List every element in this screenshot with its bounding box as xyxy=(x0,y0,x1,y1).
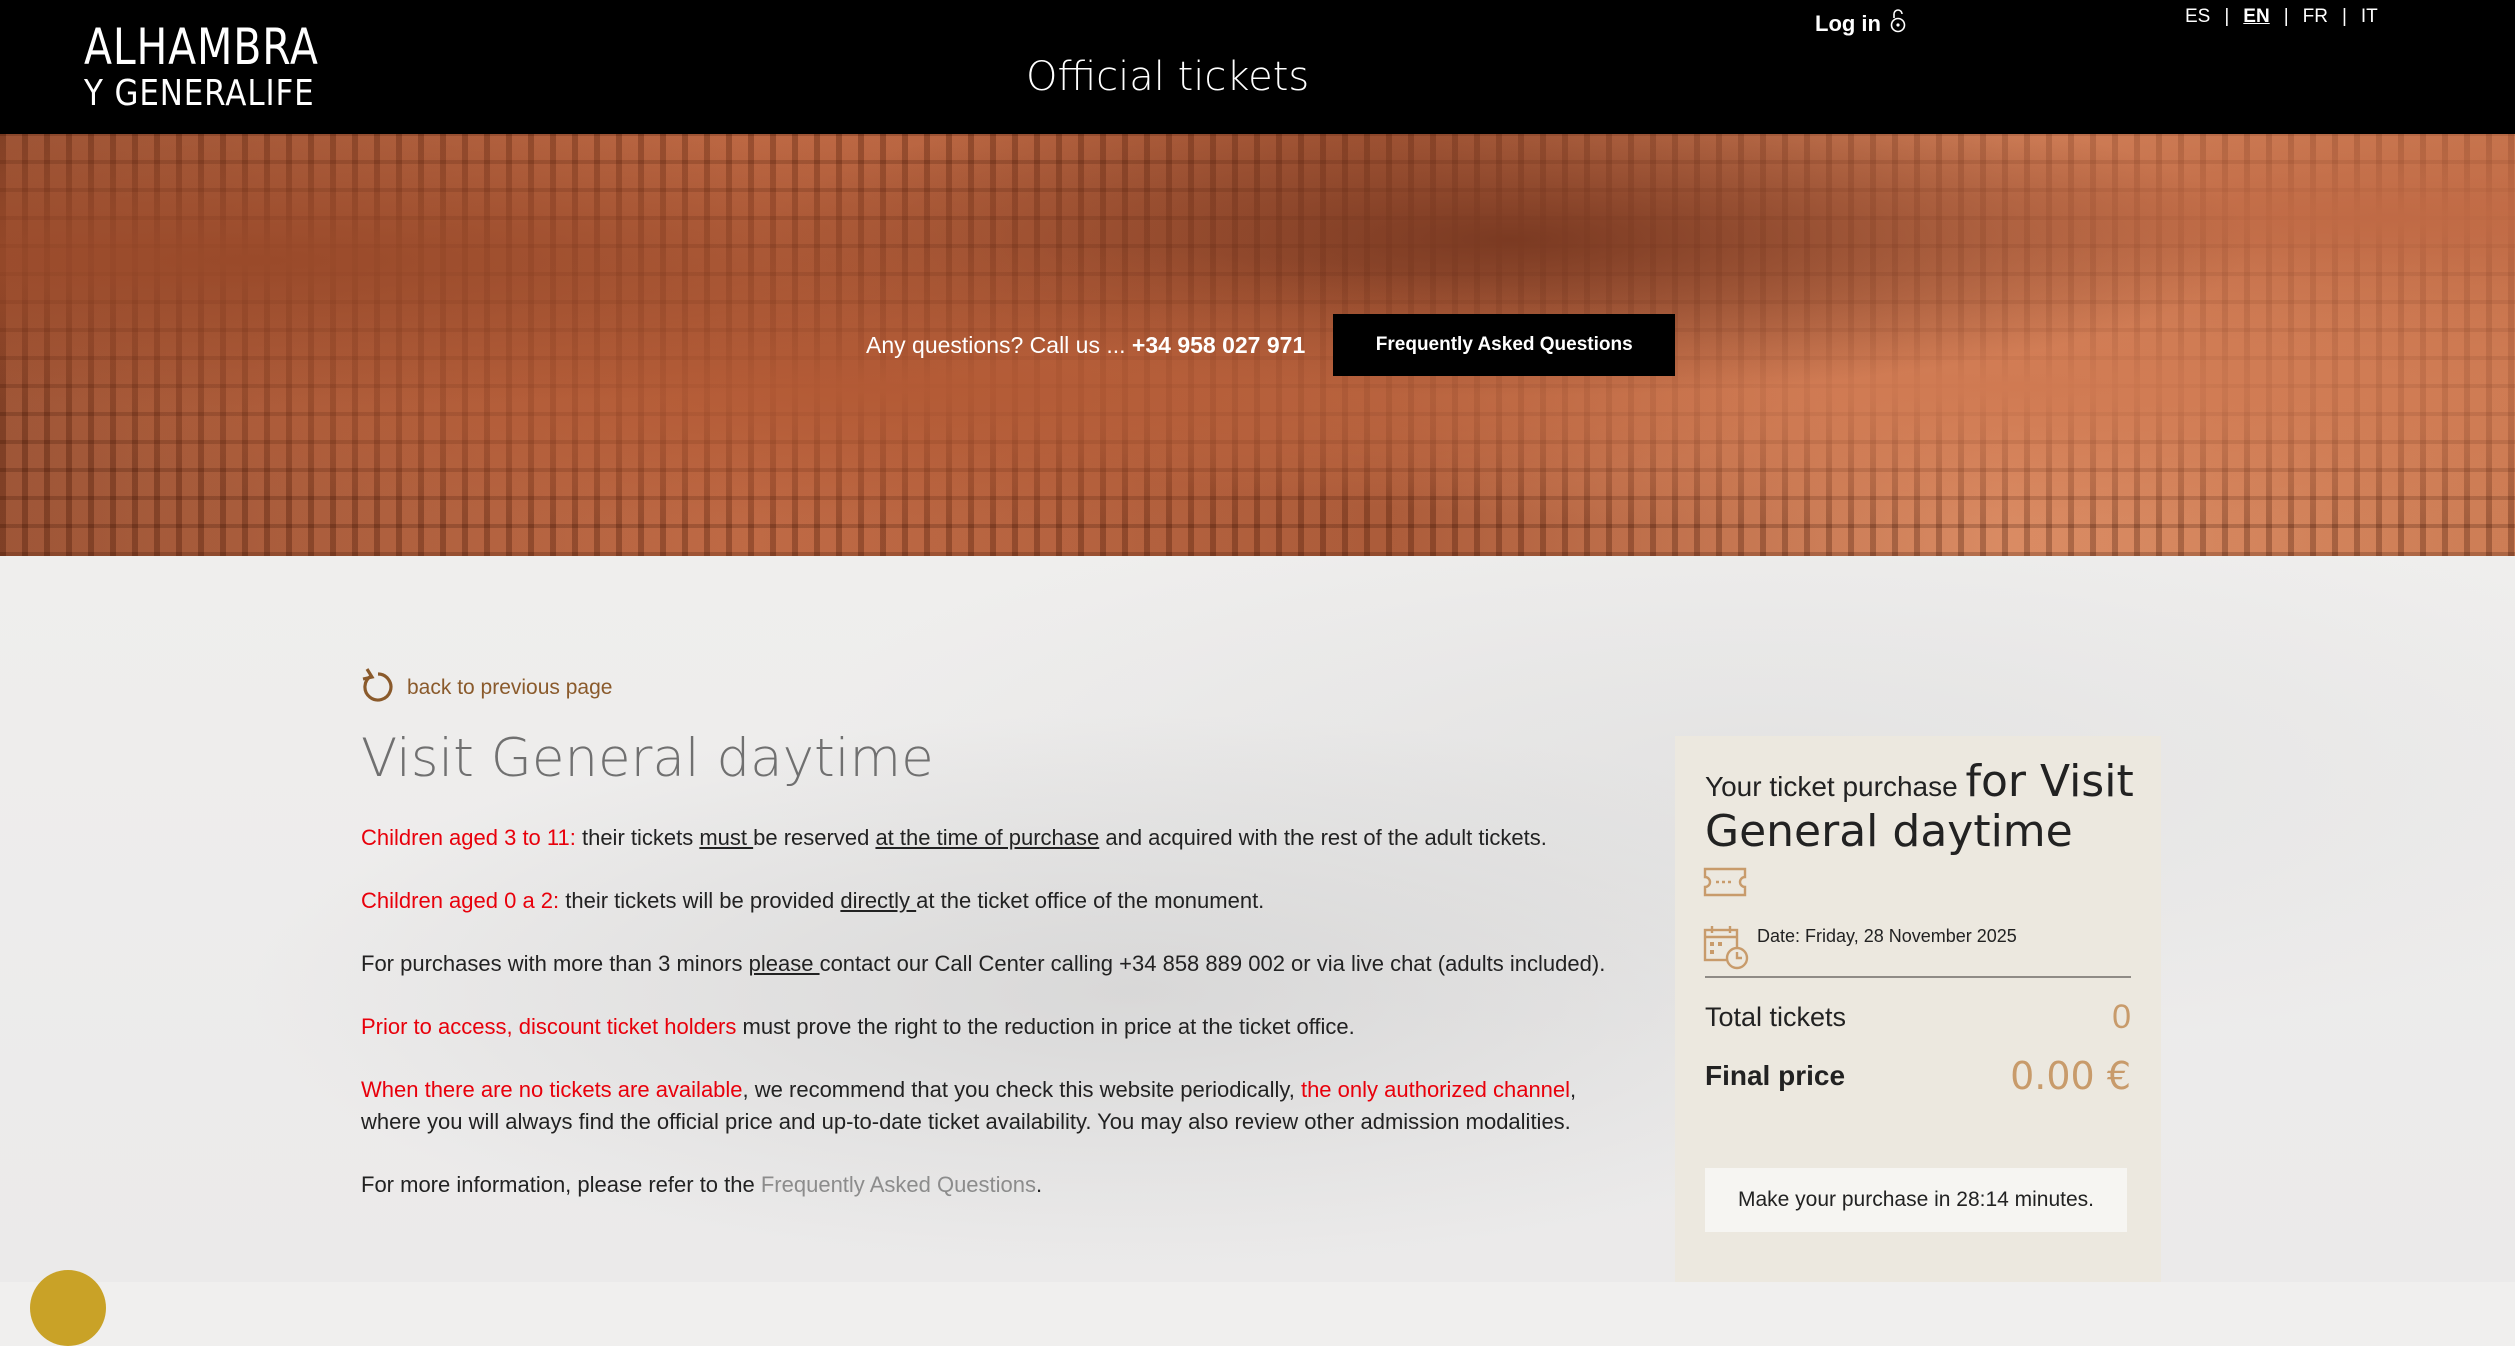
panel-heading: Your ticket purchase for Visit General d… xyxy=(1705,760,2145,862)
paragraph-minors: For purchases with more than 3 minors pl… xyxy=(361,948,1631,980)
red-label: Prior to access, discount ticket holders xyxy=(361,1014,737,1039)
hero-banner: Any questions? Call us ... +34 958 027 9… xyxy=(0,134,2515,556)
lang-es[interactable]: ES xyxy=(2185,6,2210,28)
phone-number[interactable]: +34 958 027 971 xyxy=(1132,332,1305,358)
text: at the ticket office of the monument. xyxy=(916,888,1265,913)
lang-separator: | xyxy=(2341,6,2347,27)
text: For purchases with more than 3 minors xyxy=(361,951,749,976)
ticket-icon xyxy=(1703,866,1747,903)
total-tickets-label: Total tickets xyxy=(1705,1002,1847,1032)
back-label: back to previous page xyxy=(407,676,613,699)
underlined-text: please xyxy=(748,951,820,976)
purchase-timer: Make your purchase in 28:14 minutes. xyxy=(1705,1168,2127,1232)
faq-button[interactable]: Frequently Asked Questions xyxy=(1333,314,1676,376)
final-price-label: Final price xyxy=(1705,1060,1846,1091)
lang-en[interactable]: EN xyxy=(2243,6,2269,28)
red-label: When there are no tickets are available xyxy=(361,1077,743,1102)
alhambra-logo[interactable]: ALHAMBRA Y GENERALIFE xyxy=(84,22,370,112)
login-label: Log in xyxy=(1815,11,1881,36)
text: and acquired with the rest of the adult … xyxy=(1099,825,1547,850)
total-tickets-value: 0 xyxy=(2112,998,2131,1036)
login-link[interactable]: Log in xyxy=(1815,8,1907,40)
text: be reserved xyxy=(753,825,876,850)
paragraph-discount: Prior to access, discount ticket holders… xyxy=(361,1011,1631,1043)
text: , we recommend that you check this websi… xyxy=(742,1077,1301,1102)
final-price-row: Final price 0.00 € xyxy=(1705,1054,2131,1098)
page-title: Visit General daytime xyxy=(361,728,934,789)
text: contact our Call Center calling +34 858 … xyxy=(819,951,1606,976)
top-bar: ALHAMBRA Y GENERALIFE Official tickets L… xyxy=(0,0,2515,134)
call-us-text: Any questions? Call us ... +34 958 027 9… xyxy=(866,332,1305,359)
faq-link[interactable]: Frequently Asked Questions xyxy=(761,1172,1036,1197)
paragraph-availability: When there are no tickets are available,… xyxy=(361,1074,1631,1138)
language-switcher: ES | EN | FR | IT xyxy=(2185,6,2378,28)
red-label: the only authorized channel xyxy=(1300,1077,1571,1102)
lock-icon xyxy=(1889,8,1907,40)
underlined-text: directly xyxy=(840,888,917,913)
final-price-value: 0.00 € xyxy=(2010,1054,2131,1098)
lang-it[interactable]: IT xyxy=(2361,6,2378,28)
lang-separator: | xyxy=(2224,6,2230,27)
text: . xyxy=(1036,1172,1043,1197)
red-label: Children aged 0 a 2: xyxy=(361,888,560,913)
logo-line-2: Y GENERALIFE xyxy=(84,73,315,114)
paragraph-children-3-11: Children aged 3 to 11: their tickets mus… xyxy=(361,822,1631,854)
paragraph-more-info: For more information, please refer to th… xyxy=(361,1169,1631,1201)
red-label: Children aged 3 to 11: xyxy=(361,825,576,850)
text: must prove the right to the reduction in… xyxy=(736,1014,1355,1039)
total-tickets-row: Total tickets 0 xyxy=(1705,998,2131,1037)
text: For more information, please refer to th… xyxy=(361,1172,761,1197)
info-text: Children aged 3 to 11: their tickets mus… xyxy=(361,822,1631,1232)
lang-fr[interactable]: FR xyxy=(2303,6,2328,28)
text: their tickets xyxy=(575,825,700,850)
purchase-summary-panel: Your ticket purchase for Visit General d… xyxy=(1675,736,2161,1282)
underlined-text: at the time of purchase xyxy=(875,825,1100,850)
visit-date: Date: Friday, 28 November 2025 xyxy=(1757,926,2017,946)
back-arrow-icon xyxy=(361,666,395,710)
paragraph-children-0-2: Children aged 0 a 2: their tickets will … xyxy=(361,885,1631,917)
underlined-text: must xyxy=(699,825,754,850)
site-title: Official tickets xyxy=(1026,54,1310,100)
panel-divider xyxy=(1705,976,2131,978)
logo-line-1: ALHAMBRA xyxy=(84,18,319,76)
text: their tickets will be provided xyxy=(559,888,841,913)
panel-heading-small: Your ticket purchase xyxy=(1705,771,1966,802)
lang-separator: | xyxy=(2283,6,2289,27)
back-link[interactable]: back to previous page xyxy=(361,666,612,710)
chat-bubble-button[interactable] xyxy=(30,1270,106,1346)
hero-contact: Any questions? Call us ... +34 958 027 9… xyxy=(866,314,1676,376)
calendar-clock-icon xyxy=(1703,924,1749,975)
call-us-label: Any questions? Call us ... xyxy=(866,331,1132,358)
